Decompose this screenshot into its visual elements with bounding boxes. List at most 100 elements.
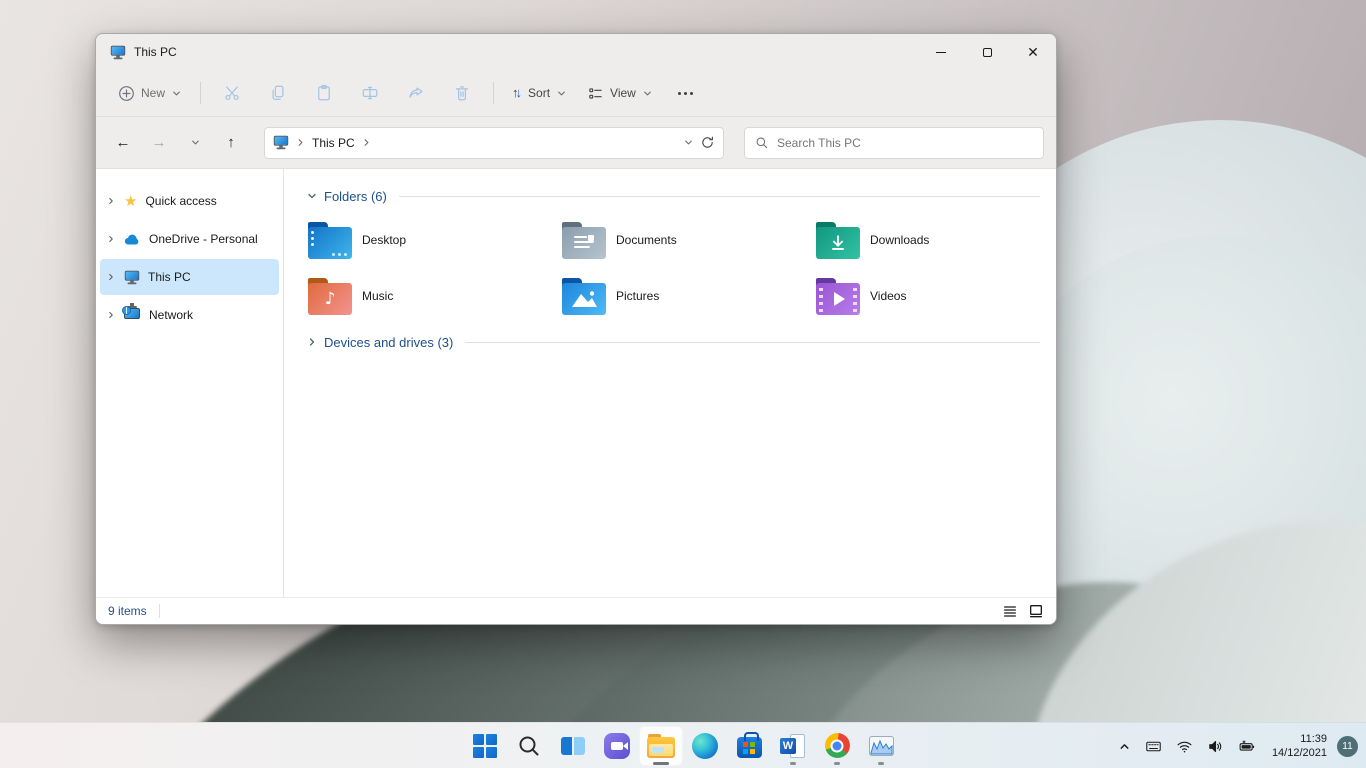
task-view-button[interactable]: [551, 726, 595, 766]
see-more-button[interactable]: [665, 76, 707, 110]
clock[interactable]: 11:39 14/12/2021: [1264, 732, 1333, 760]
folder-name: Music: [362, 289, 394, 303]
sidebar-item-label: Quick access: [145, 194, 217, 208]
forward-button[interactable]: →: [144, 128, 174, 158]
folder-tile-videos[interactable]: Videos: [814, 273, 1056, 319]
share-button[interactable]: [395, 76, 437, 110]
system-tray: 11:39 14/12/2021 11: [1113, 723, 1358, 768]
items-view: Folders (6) Desktop Documents Downloads …: [284, 169, 1056, 597]
folder-name: Downloads: [870, 233, 930, 247]
copy-button[interactable]: [257, 76, 299, 110]
search-icon: [756, 137, 768, 148]
folder-tile-pictures[interactable]: Pictures: [560, 273, 814, 319]
touch-keyboard-button[interactable]: [1140, 730, 1167, 762]
folders-section-header[interactable]: Folders (6): [306, 183, 1040, 209]
cut-button[interactable]: [211, 76, 253, 110]
up-button[interactable]: ↑: [216, 128, 246, 158]
toolbar-separator: [200, 82, 202, 104]
chat-icon: [604, 732, 630, 759]
clipboard-icon: [318, 85, 330, 101]
chevron-right-icon[interactable]: [106, 234, 116, 244]
chevron-up-icon: [1120, 743, 1129, 749]
pictures-folder-icon: [562, 277, 606, 315]
delete-button[interactable]: [441, 76, 483, 110]
sidebar-item-label: OneDrive - Personal: [149, 232, 258, 246]
this-pc-icon: [110, 45, 126, 59]
sidebar-item-quick-access[interactable]: ★ Quick access: [100, 183, 279, 219]
folders-section-label: Folders (6): [324, 188, 387, 204]
word-button[interactable]: W: [771, 726, 815, 766]
chat-button[interactable]: [595, 726, 639, 766]
breadcrumb-this-pc[interactable]: This PC: [312, 136, 355, 150]
section-divider: [465, 341, 1040, 343]
speaker-icon: [1209, 740, 1222, 752]
windows-logo-icon: [473, 733, 497, 758]
chevron-down-icon: [558, 91, 565, 95]
recent-locations-button[interactable]: [180, 128, 210, 158]
folders-grid: Desktop Documents Downloads ♪ Music Pict…: [306, 217, 1040, 319]
chevron-right-icon[interactable]: [295, 137, 306, 148]
edge-button[interactable]: [683, 726, 727, 766]
status-view-toggles: [1002, 603, 1044, 619]
file-explorer-button[interactable]: [639, 725, 683, 766]
window-title: This PC: [134, 45, 177, 59]
folder-tile-downloads[interactable]: Downloads: [814, 217, 1056, 263]
devices-section-header[interactable]: Devices and drives (3): [306, 329, 1040, 355]
battery-button[interactable]: [1233, 730, 1260, 762]
folder-tile-music[interactable]: ♪ Music: [306, 273, 560, 319]
rename-button[interactable]: [349, 76, 391, 110]
tray-date: 14/12/2021: [1271, 747, 1327, 759]
taskbar-search-button[interactable]: [507, 726, 551, 766]
search-input[interactable]: [777, 135, 1033, 150]
details-view-button[interactable]: [1002, 603, 1018, 619]
address-bar[interactable]: This PC: [264, 126, 724, 159]
paste-button[interactable]: [303, 76, 345, 110]
ellipsis-icon: [678, 91, 694, 95]
chevron-down-icon[interactable]: [306, 190, 318, 202]
chevron-down-icon: [191, 140, 199, 145]
refresh-icon[interactable]: [700, 135, 715, 150]
hidden-icons-button[interactable]: [1113, 730, 1136, 762]
title-bar[interactable]: This PC ✕: [96, 34, 1056, 70]
taskbar: W 11:39 14/12/2021 11: [0, 722, 1366, 768]
chevron-right-icon[interactable]: [106, 196, 116, 206]
view-button[interactable]: View: [579, 76, 661, 110]
status-separator: [158, 604, 160, 618]
desktop-folder-icon: [308, 221, 352, 259]
new-button-label: New: [141, 86, 166, 100]
chrome-button[interactable]: [815, 726, 859, 766]
word-icon: W: [780, 733, 806, 758]
store-button[interactable]: [727, 726, 771, 766]
close-button[interactable]: ✕: [1010, 34, 1056, 70]
this-pc-icon: [273, 135, 289, 150]
sidebar-item-onedrive[interactable]: OneDrive - Personal: [100, 221, 279, 257]
chevron-right-icon[interactable]: [106, 310, 116, 320]
folder-tile-documents[interactable]: Documents: [560, 217, 814, 263]
sort-button[interactable]: ↑↓ Sort: [504, 76, 575, 110]
start-button[interactable]: [463, 726, 507, 766]
folder-tile-desktop[interactable]: Desktop: [306, 217, 560, 263]
back-button[interactable]: ←: [108, 128, 138, 158]
minimize-icon: [936, 51, 946, 53]
maximize-button[interactable]: [964, 34, 1010, 70]
folder-name: Documents: [616, 233, 677, 247]
network-icon: [122, 302, 141, 323]
task-manager-button[interactable]: [859, 726, 903, 766]
star-icon: ★: [124, 192, 138, 210]
address-dropdown-icon[interactable]: [683, 137, 694, 148]
large-icons-view-button[interactable]: [1028, 603, 1044, 619]
chevron-right-icon[interactable]: [106, 272, 116, 282]
chevron-right-icon[interactable]: [306, 336, 318, 348]
file-explorer-icon: [647, 733, 675, 758]
volume-button[interactable]: [1202, 730, 1229, 762]
search-box[interactable]: [744, 126, 1044, 159]
documents-folder-icon: [562, 221, 606, 259]
sidebar-item-this-pc[interactable]: This PC: [100, 259, 279, 295]
minimize-button[interactable]: [918, 34, 964, 70]
notification-badge[interactable]: 11: [1337, 735, 1358, 757]
sidebar-item-network[interactable]: Network: [100, 297, 279, 333]
network-status-button[interactable]: [1171, 730, 1198, 762]
new-button[interactable]: New: [110, 76, 190, 110]
status-bar: 9 items: [96, 597, 1056, 624]
chevron-right-icon[interactable]: [361, 137, 372, 148]
